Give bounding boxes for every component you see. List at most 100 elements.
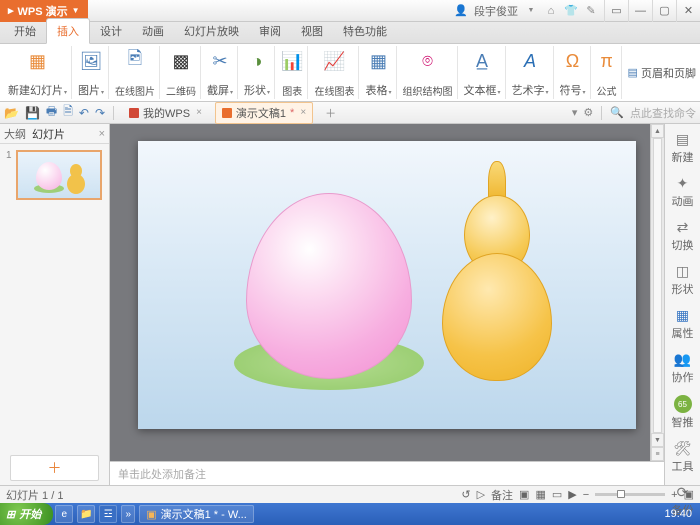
tool-icon[interactable]: ✎ bbox=[584, 4, 598, 18]
taskbar-divider[interactable]: » bbox=[121, 505, 135, 523]
ribbon: ▦新建幻灯片▾ 🖼图片▾ 🖻在线图片 ▩二维码 ✂截屏▾ ◑形状▾ 📊图表 📈在… bbox=[0, 44, 700, 102]
view-reading-icon[interactable]: ▭ bbox=[552, 488, 562, 501]
windows-taskbar: ⊞开始 е 📁 ☲ » ▣演示文稿1 * - W... 19:40 bbox=[0, 503, 700, 525]
taskbar-clock[interactable]: 19:40 bbox=[656, 508, 700, 520]
tab-design[interactable]: 设计 bbox=[90, 19, 132, 43]
close-panel-icon[interactable]: × bbox=[99, 128, 105, 140]
tab-list-icon[interactable]: ▾ bbox=[572, 106, 578, 119]
tab-slideshow[interactable]: 幻灯片放映 bbox=[174, 19, 249, 43]
slide-canvas[interactable] bbox=[138, 141, 636, 429]
scroll-down-icon[interactable]: ▼ bbox=[651, 433, 664, 447]
close-icon[interactable]: × bbox=[300, 107, 306, 118]
wps-icon bbox=[129, 108, 139, 118]
table-button[interactable]: ▦表格▾ bbox=[361, 46, 396, 99]
orgchart-button[interactable]: ⌾组织结构图 bbox=[399, 46, 458, 99]
tab-view[interactable]: 视图 bbox=[291, 19, 333, 43]
zoom-slider[interactable] bbox=[595, 493, 665, 496]
taskbar-ie[interactable]: е bbox=[55, 505, 73, 523]
chevron-down-icon: ▼ bbox=[72, 6, 80, 15]
textbox-button[interactable]: A̲文本框▾ bbox=[460, 46, 506, 99]
zoom-out-button[interactable]: − bbox=[583, 489, 589, 501]
view-sorter-icon[interactable]: ▦ bbox=[535, 488, 545, 501]
print-icon[interactable]: 🖶 bbox=[46, 102, 57, 123]
symbol-button[interactable]: Ω符号▾ bbox=[556, 46, 591, 99]
shapes-button[interactable]: ◑形状▾ bbox=[240, 46, 275, 99]
home-icon[interactable]: ⌂ bbox=[544, 4, 558, 18]
start-button[interactable]: ⊞开始 bbox=[0, 503, 53, 525]
tab-home[interactable]: 开始 bbox=[4, 19, 46, 43]
separator bbox=[601, 106, 602, 120]
user-name[interactable]: 段宇俊亚 bbox=[474, 3, 518, 19]
view-normal-icon[interactable]: ▣ bbox=[519, 488, 529, 501]
settings-icon[interactable]: ⚙ bbox=[583, 106, 593, 119]
ribbon-collapse-button[interactable]: ▭ bbox=[604, 0, 628, 22]
header-footer-button[interactable]: ▤页眉和页脚 bbox=[628, 65, 696, 81]
thumbnails-tab[interactable]: 幻灯片 bbox=[32, 126, 65, 142]
tab-special[interactable]: 特色功能 bbox=[333, 19, 397, 43]
close-icon[interactable]: × bbox=[196, 107, 202, 118]
shape-peach[interactable] bbox=[246, 193, 412, 379]
taskbar-wps[interactable]: ▣演示文稿1 * - W... bbox=[139, 505, 254, 523]
vertical-scrollbar[interactable]: ▲ ▼ ≡ bbox=[650, 124, 664, 461]
slides-panel: 大纲 幻灯片 × 1 ＋ bbox=[0, 124, 110, 485]
new-slide-button[interactable]: ▦新建幻灯片▾ bbox=[4, 46, 72, 99]
wordart-button[interactable]: A艺术字▾ bbox=[508, 46, 554, 99]
tab-insert[interactable]: 插入 bbox=[46, 18, 90, 44]
rewind-icon[interactable]: ↺ bbox=[461, 488, 470, 501]
dock-tools[interactable]: 🛠工具 bbox=[667, 437, 699, 477]
ribbon-tabs: 开始 插入 设计 动画 幻灯片放映 审阅 视图 特色功能 bbox=[0, 22, 700, 44]
slide-thumbnail[interactable]: 1 bbox=[6, 150, 103, 200]
print-preview-icon[interactable]: 🗎 bbox=[63, 102, 73, 123]
online-picture-button[interactable]: 🖻在线图片 bbox=[111, 46, 160, 99]
search-icon[interactable]: 🔍 bbox=[610, 106, 624, 119]
equation-button[interactable]: π公式 bbox=[593, 46, 622, 99]
doc-tab-mywps[interactable]: 我的WPS× bbox=[122, 102, 209, 124]
user-avatar-icon[interactable]: 👤 bbox=[454, 4, 468, 18]
shirt-icon[interactable]: 👕 bbox=[564, 4, 578, 18]
dock-anim[interactable]: ✦动画 bbox=[667, 172, 699, 212]
dock-new[interactable]: ▤新建 bbox=[667, 128, 699, 168]
fit-button[interactable]: ▣ bbox=[684, 488, 694, 501]
tab-animation[interactable]: 动画 bbox=[132, 19, 174, 43]
dock-trans[interactable]: ⇄切换 bbox=[667, 216, 699, 256]
chart-button[interactable]: 📊图表 bbox=[277, 46, 308, 99]
dock-prop[interactable]: ▦属性 bbox=[667, 304, 699, 344]
dock-smart[interactable]: 65智推 bbox=[667, 392, 699, 433]
outline-tab[interactable]: 大纲 bbox=[4, 126, 26, 142]
zoom-in-button[interactable]: + bbox=[671, 489, 677, 501]
taskbar-folder[interactable]: 📁 bbox=[77, 505, 95, 523]
chevron-down-icon[interactable]: ▼ bbox=[524, 4, 538, 18]
screenshot-button[interactable]: ✂截屏▾ bbox=[203, 46, 238, 99]
quick-access-bar: 📂 💾 🖶 🗎 ↶ ↷ 我的WPS× 演示文稿1*× ＋ ▾ ⚙ 🔍 点此查找命… bbox=[0, 102, 700, 124]
next-slide-icon[interactable]: ≡ bbox=[651, 447, 664, 461]
online-chart-button[interactable]: 📈在线图表 bbox=[310, 46, 359, 99]
dock-collab[interactable]: 👥协作 bbox=[667, 348, 699, 388]
save-icon[interactable]: 💾 bbox=[25, 106, 40, 120]
scroll-up-icon[interactable]: ▲ bbox=[651, 124, 664, 138]
status-bar: 幻灯片 1 / 1 ↺ ▷ 备注 ▣ ▦ ▭ ▶ − + ▣ bbox=[0, 485, 700, 503]
app-name: WPS 演示 bbox=[18, 3, 68, 19]
undo-icon[interactable]: ↶ bbox=[79, 106, 89, 120]
qrcode-button[interactable]: ▩二维码 bbox=[162, 46, 201, 99]
maximize-button[interactable]: ▢ bbox=[652, 0, 676, 22]
new-tab-button[interactable]: ＋ bbox=[319, 105, 342, 121]
shape-gourd[interactable] bbox=[442, 161, 552, 381]
separator bbox=[113, 106, 114, 120]
taskbar-app1[interactable]: ☲ bbox=[99, 505, 117, 523]
redo-icon[interactable]: ↷ bbox=[95, 106, 105, 120]
play-icon[interactable]: ▷ bbox=[477, 488, 485, 501]
open-icon[interactable]: 📂 bbox=[4, 106, 19, 120]
dock-shape[interactable]: ◫形状 bbox=[667, 260, 699, 300]
view-slideshow-icon[interactable]: ▶ bbox=[568, 488, 576, 501]
add-slide-button[interactable]: ＋ bbox=[10, 455, 99, 481]
tab-review[interactable]: 审阅 bbox=[249, 19, 291, 43]
doc-tab-active[interactable]: 演示文稿1*× bbox=[215, 102, 313, 124]
minimize-button[interactable]: — bbox=[628, 0, 652, 22]
app-logo-icon: ▸ bbox=[8, 4, 14, 17]
notes-toggle[interactable]: 备注 bbox=[491, 487, 513, 503]
picture-button[interactable]: 🖼图片▾ bbox=[74, 46, 109, 99]
command-search[interactable]: 点此查找命令 bbox=[630, 105, 696, 121]
notes-pane[interactable]: 单击此处添加备注 bbox=[110, 461, 664, 485]
slide-number: 1 bbox=[6, 150, 12, 200]
close-button[interactable]: ✕ bbox=[676, 0, 700, 22]
